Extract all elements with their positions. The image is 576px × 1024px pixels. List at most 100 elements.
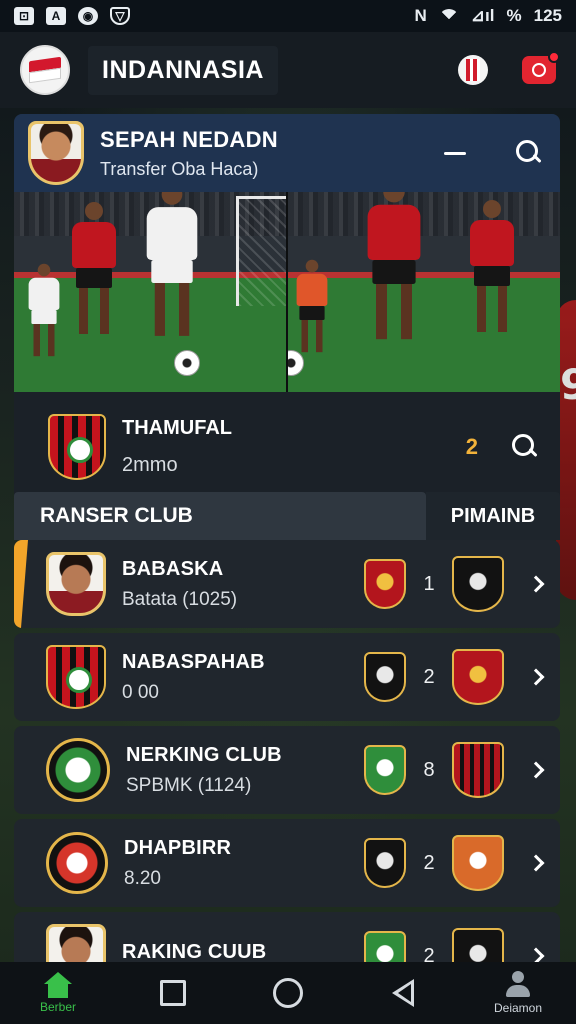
list-item-text: NABASPAHAB 0 00 xyxy=(122,651,265,704)
feature-actions xyxy=(444,140,542,166)
back-triangle-icon xyxy=(392,979,414,1007)
search-icon[interactable] xyxy=(512,434,538,460)
opponent-crest-icon xyxy=(452,556,504,612)
match-photo-left xyxy=(14,192,286,392)
list-item[interactable]: BABASKA Batata (1025) 1 xyxy=(14,540,560,628)
chevron-right-icon[interactable] xyxy=(527,575,545,593)
club-count: 2 xyxy=(465,434,478,459)
nfc-icon: N xyxy=(414,6,427,25)
feature-header[interactable]: SEPAH NEDADN Transfer Oba Haca) xyxy=(14,114,560,192)
tab-ranser-club[interactable]: RANSER CLUB xyxy=(14,492,426,540)
club-summary-row[interactable]: THAMUFAL 2mmo 2 xyxy=(14,392,560,502)
chevron-right-icon[interactable] xyxy=(527,668,545,686)
club-badge-button[interactable] xyxy=(458,55,488,85)
list-item-subtitle: 8.20 xyxy=(124,867,161,889)
club-subtitle: 2mmo xyxy=(122,454,178,476)
match-photo-right xyxy=(286,192,560,392)
nav-back[interactable] xyxy=(373,979,433,1007)
list-item-text: NERKING CLUB SPBMK (1124) xyxy=(126,744,282,797)
nav-home-label: Berber xyxy=(39,1000,77,1014)
minimize-icon[interactable] xyxy=(444,151,466,155)
team-crest-icon xyxy=(364,652,406,702)
opponent-crest-icon xyxy=(452,835,504,891)
a-icon: A xyxy=(46,7,66,25)
list-item[interactable]: DHAPBIRR 8.20 2 xyxy=(14,819,560,907)
wifi-icon xyxy=(439,9,459,23)
nav-recents[interactable] xyxy=(143,980,203,1006)
feature-subtitle: Transfer Oba Haca) xyxy=(100,158,259,179)
feature-text: SEPAH NEDADN Transfer Oba Haca) xyxy=(100,127,278,180)
team-crest-icon xyxy=(364,838,406,888)
flag-icon xyxy=(29,56,61,84)
list-item-number: 2 xyxy=(423,665,435,688)
home-icon xyxy=(44,972,72,998)
player-avatar xyxy=(28,121,84,185)
list-item-text: DHAPBIRR 8.20 xyxy=(124,837,231,890)
list-item-meta: 2 xyxy=(364,649,545,705)
list-item-number: 8 xyxy=(423,758,435,781)
notification-dot xyxy=(548,51,560,63)
list-item-title: BABASKA xyxy=(122,557,224,580)
play-icon xyxy=(532,63,546,77)
club-crest xyxy=(48,414,106,480)
list-item[interactable]: NABASPAHAB 0 00 2 xyxy=(14,633,560,721)
app-title: INDANNASIA xyxy=(88,45,278,95)
chevron-right-icon[interactable] xyxy=(527,761,545,779)
list-item-text: BABASKA Batata (1025) xyxy=(122,558,237,611)
list-item-meta: 1 xyxy=(364,556,545,612)
signal-icon: ⊿ıl xyxy=(470,6,495,25)
club-crest xyxy=(46,645,106,709)
team-crest-icon xyxy=(364,745,406,795)
club-crest xyxy=(46,832,108,894)
list-item-title: NERKING CLUB xyxy=(126,743,282,766)
list-item-subtitle: Batata (1025) xyxy=(122,588,238,610)
shield-icon: ▽ xyxy=(110,7,130,25)
nav-profile[interactable]: Deiamon xyxy=(488,971,548,1015)
status-bar: ⊡ A ◉ ▽ N ⊿ıl % 125 xyxy=(0,0,576,32)
list-item-meta: 2 xyxy=(364,835,545,891)
featured-transfer-card: SEPAH NEDADN Transfer Oba Haca) THAMUFAL… xyxy=(14,114,560,510)
list-item[interactable]: NERKING CLUB SPBMK (1124) 8 xyxy=(14,726,560,814)
list-item-number: 1 xyxy=(423,572,435,595)
list-item-title: DHAPBIRR xyxy=(124,836,232,859)
feature-title: SEPAH NEDADN xyxy=(100,126,278,152)
live-video-button[interactable] xyxy=(522,51,560,84)
list-item-meta: 8 xyxy=(364,742,545,798)
tab-pimainb[interactable]: PIMAINB xyxy=(426,492,560,540)
team-crest-icon xyxy=(364,559,406,609)
search-icon[interactable] xyxy=(516,140,542,166)
list-item-subtitle: 0 00 xyxy=(122,681,159,703)
list-item-number: 2 xyxy=(423,851,435,874)
home-circle-icon xyxy=(273,978,303,1008)
list-item-subtitle: SPBMK (1124) xyxy=(126,774,252,796)
club-crest xyxy=(46,738,110,802)
user-icon xyxy=(504,971,532,999)
opponent-crest-icon xyxy=(452,742,504,798)
match-photo[interactable] xyxy=(14,192,560,392)
section-tabs: RANSER CLUB PIMAINB xyxy=(14,492,560,540)
jersey-number: 9 xyxy=(560,360,576,409)
recents-square-icon xyxy=(160,980,186,1006)
list-item-title: RAKING CUUB xyxy=(122,940,267,963)
header-actions xyxy=(458,51,560,85)
clock: 125 xyxy=(533,6,562,25)
battery-icon: % xyxy=(506,6,522,25)
club-list: BABASKA Batata (1025) 1 NABASPAHAB 0 00 … xyxy=(14,540,560,1005)
player-photo xyxy=(46,552,106,616)
opponent-crest-icon xyxy=(452,649,504,705)
app-header: INDANNASIA xyxy=(0,32,576,108)
club-actions: 2 xyxy=(466,434,538,460)
bottom-nav-bar: Berber Deiamon xyxy=(0,962,576,1024)
photo-icon: ⊡ xyxy=(14,7,34,25)
chevron-right-icon[interactable] xyxy=(527,854,545,872)
club-title: THAMUFAL xyxy=(122,417,232,439)
nav-system-home[interactable] xyxy=(258,978,318,1008)
o-icon: ◉ xyxy=(78,7,98,25)
nav-profile-label: Deiamon xyxy=(493,1001,543,1015)
nav-home[interactable]: Berber xyxy=(28,972,88,1014)
list-item-title: NABASPAHAB xyxy=(122,650,265,673)
club-text: THAMUFAL 2mmo xyxy=(122,417,232,477)
indonesia-flag-logo[interactable] xyxy=(20,45,70,95)
status-bar-left: ⊡ A ◉ ▽ xyxy=(14,7,130,25)
status-bar-right: N ⊿ıl % 125 xyxy=(415,6,562,26)
